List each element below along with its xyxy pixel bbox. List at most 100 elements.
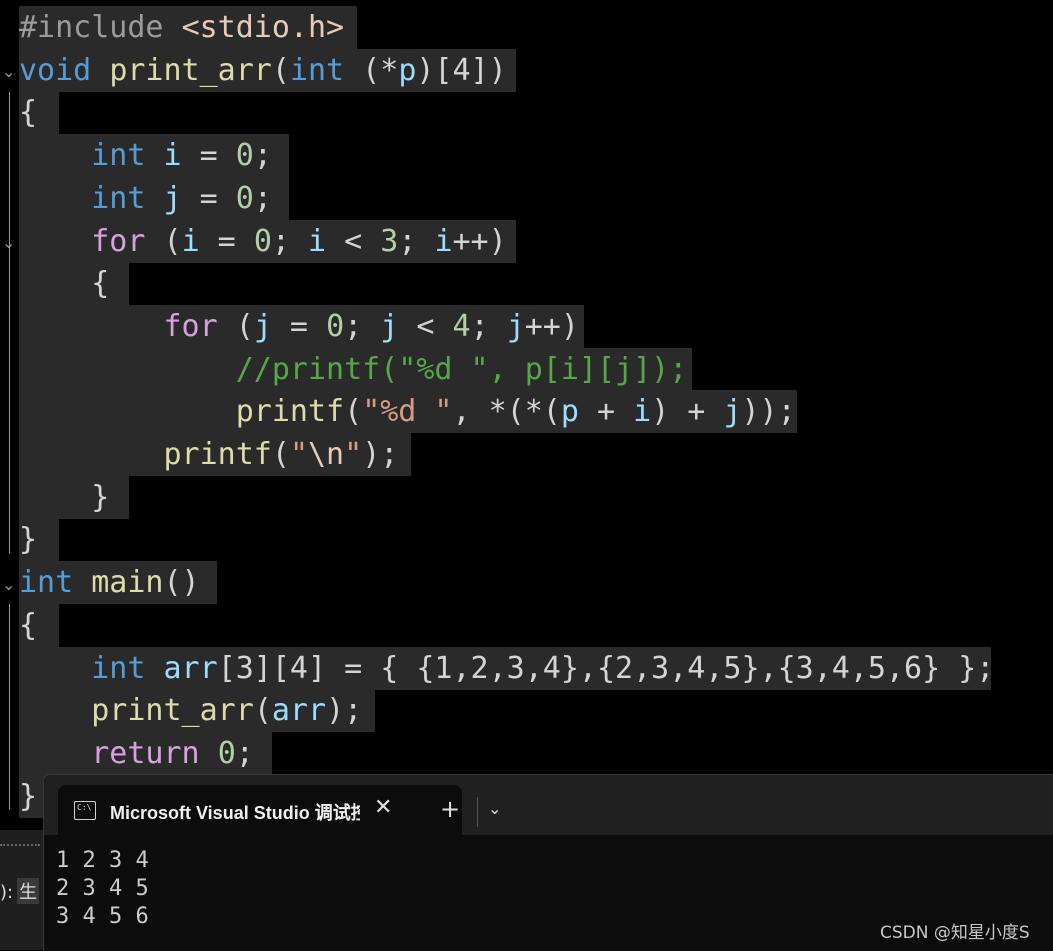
code-text: int i = 0; [19, 138, 272, 174]
code-text: printf("\n"); [19, 437, 399, 473]
output-pane-fragment: ): 生 [0, 878, 40, 904]
code-token: ; [398, 223, 435, 259]
code-token: i [434, 223, 453, 259]
code-token: } [19, 479, 110, 515]
code-text: } [19, 779, 37, 815]
close-tab-icon[interactable]: ✕ [374, 795, 392, 820]
console-output: 1 2 3 4 2 3 4 5 3 4 5 6 [56, 848, 149, 929]
new-tab-button[interactable]: + [440, 795, 460, 823]
code-token: int [91, 138, 146, 174]
code-token: , *(*( [452, 394, 561, 430]
code-token: ; [470, 308, 507, 344]
code-line[interactable]: int j = 0; [0, 176, 1053, 220]
code-token: ++) [524, 308, 579, 344]
code-token: 0 [253, 223, 272, 259]
code-text: for (j = 0; j < 4; j++) [19, 309, 579, 345]
code-token: { [19, 266, 110, 302]
code-token: ); [362, 437, 399, 472]
code-line[interactable]: //printf("%d ", p[i][j]); [0, 347, 1053, 391]
code-text: return 0; [19, 736, 254, 772]
code-token: ; [271, 223, 308, 259]
code-text: int arr[3][4] = { {1,2,3,4},{2,3,4,5},{3… [19, 651, 994, 687]
code-line[interactable]: { [0, 603, 1053, 647]
code-token: return [91, 735, 200, 771]
fragment-text: ): [0, 882, 14, 903]
code-line[interactable]: for (i = 0; i < 3; i++) [0, 219, 1053, 263]
code-line[interactable]: #include <stdio.h> [0, 6, 1053, 49]
code-text: { [19, 608, 37, 644]
code-line[interactable]: return 0; [0, 731, 1053, 775]
code-token: { [19, 95, 38, 131]
code-token: i [633, 394, 652, 430]
code-token: print_arr [91, 693, 254, 729]
code-line[interactable]: int arr[3][4] = { {1,2,3,4},{2,3,4,5},{3… [0, 646, 1053, 690]
code-editor[interactable]: ⌄ ⌄ ⌄ #include <stdio.h> void print_arr(i… [0, 0, 1053, 830]
code-token: { [19, 607, 38, 643]
code-line[interactable]: printf("%d ", *(*(p + i) + j)); [0, 390, 1053, 434]
code-line[interactable]: } [0, 518, 1053, 562]
code-token: " [289, 437, 308, 472]
code-token: j [380, 308, 399, 344]
code-token: ) + [651, 394, 724, 430]
code-token: } [19, 778, 38, 814]
code-text: int j = 0; [19, 181, 272, 217]
code-token: ( [271, 437, 290, 472]
code-token: " [344, 437, 363, 472]
code-token: (* [344, 52, 399, 88]
code-line[interactable]: print_arr(arr); [0, 689, 1053, 733]
code-token: ( [217, 308, 254, 344]
code-token: j [723, 394, 742, 430]
code-token: printf [163, 437, 272, 472]
code-token: ( [271, 52, 290, 88]
code-token: j [163, 180, 182, 216]
code-token: arr [271, 693, 327, 729]
fragment-box[interactable]: 生 [17, 878, 40, 904]
code-token: = [181, 138, 236, 174]
code-token: printf [235, 394, 345, 430]
code-token: void [19, 52, 92, 88]
code-token: int [91, 650, 146, 686]
code-line[interactable]: for (j = 0; j < 4; j++) [0, 304, 1053, 348]
code-line[interactable]: int i = 0; [0, 134, 1053, 178]
code-token: main [91, 565, 164, 601]
code-token: for [91, 223, 146, 259]
code-text: printf("%d ", *(*(p + i) + j)); [19, 394, 796, 430]
code-token: [3][4] = { {1,2,3,4},{2,3,4,5},{3,4,5,6}… [217, 650, 995, 686]
code-text: #include <stdio.h> [19, 10, 344, 46]
code-text: for (i = 0; i < 3; i++) [19, 223, 507, 260]
code-line[interactable]: } [0, 475, 1053, 519]
code-token: ( [145, 223, 182, 259]
code-token: 4 [452, 308, 471, 344]
code-text: } [19, 522, 37, 558]
code-token: = [199, 223, 254, 259]
code-token: } [19, 522, 38, 558]
code-text: //printf("%d ", p[i][j]); [19, 352, 688, 388]
code-token: ; [344, 308, 381, 344]
code-token: 0 [326, 308, 345, 344]
code-token: i [163, 138, 182, 174]
tab-dropdown-icon[interactable]: ⌄ [488, 799, 501, 818]
tab-title: Microsoft Visual Studio 调试控制台 [110, 803, 360, 823]
code-token: ++) [452, 223, 507, 259]
code-line[interactable]: { [0, 91, 1053, 135]
code-token: ; [253, 138, 272, 174]
terminal-tab[interactable]: C:\ Microsoft Visual Studio 调试控制台 ✕ [58, 785, 462, 835]
code-token: int [19, 565, 74, 601]
code-line[interactable]: void print_arr(int (*p)[4]) [0, 48, 1053, 92]
code-token: () [163, 565, 200, 601]
code-line[interactable]: { [0, 262, 1053, 306]
code-token: int [91, 180, 146, 216]
code-token: ); [326, 693, 363, 729]
code-token: #include [19, 10, 182, 45]
code-line[interactable]: int main() [0, 561, 1053, 605]
code-line[interactable]: printf("\n"); [0, 433, 1053, 476]
